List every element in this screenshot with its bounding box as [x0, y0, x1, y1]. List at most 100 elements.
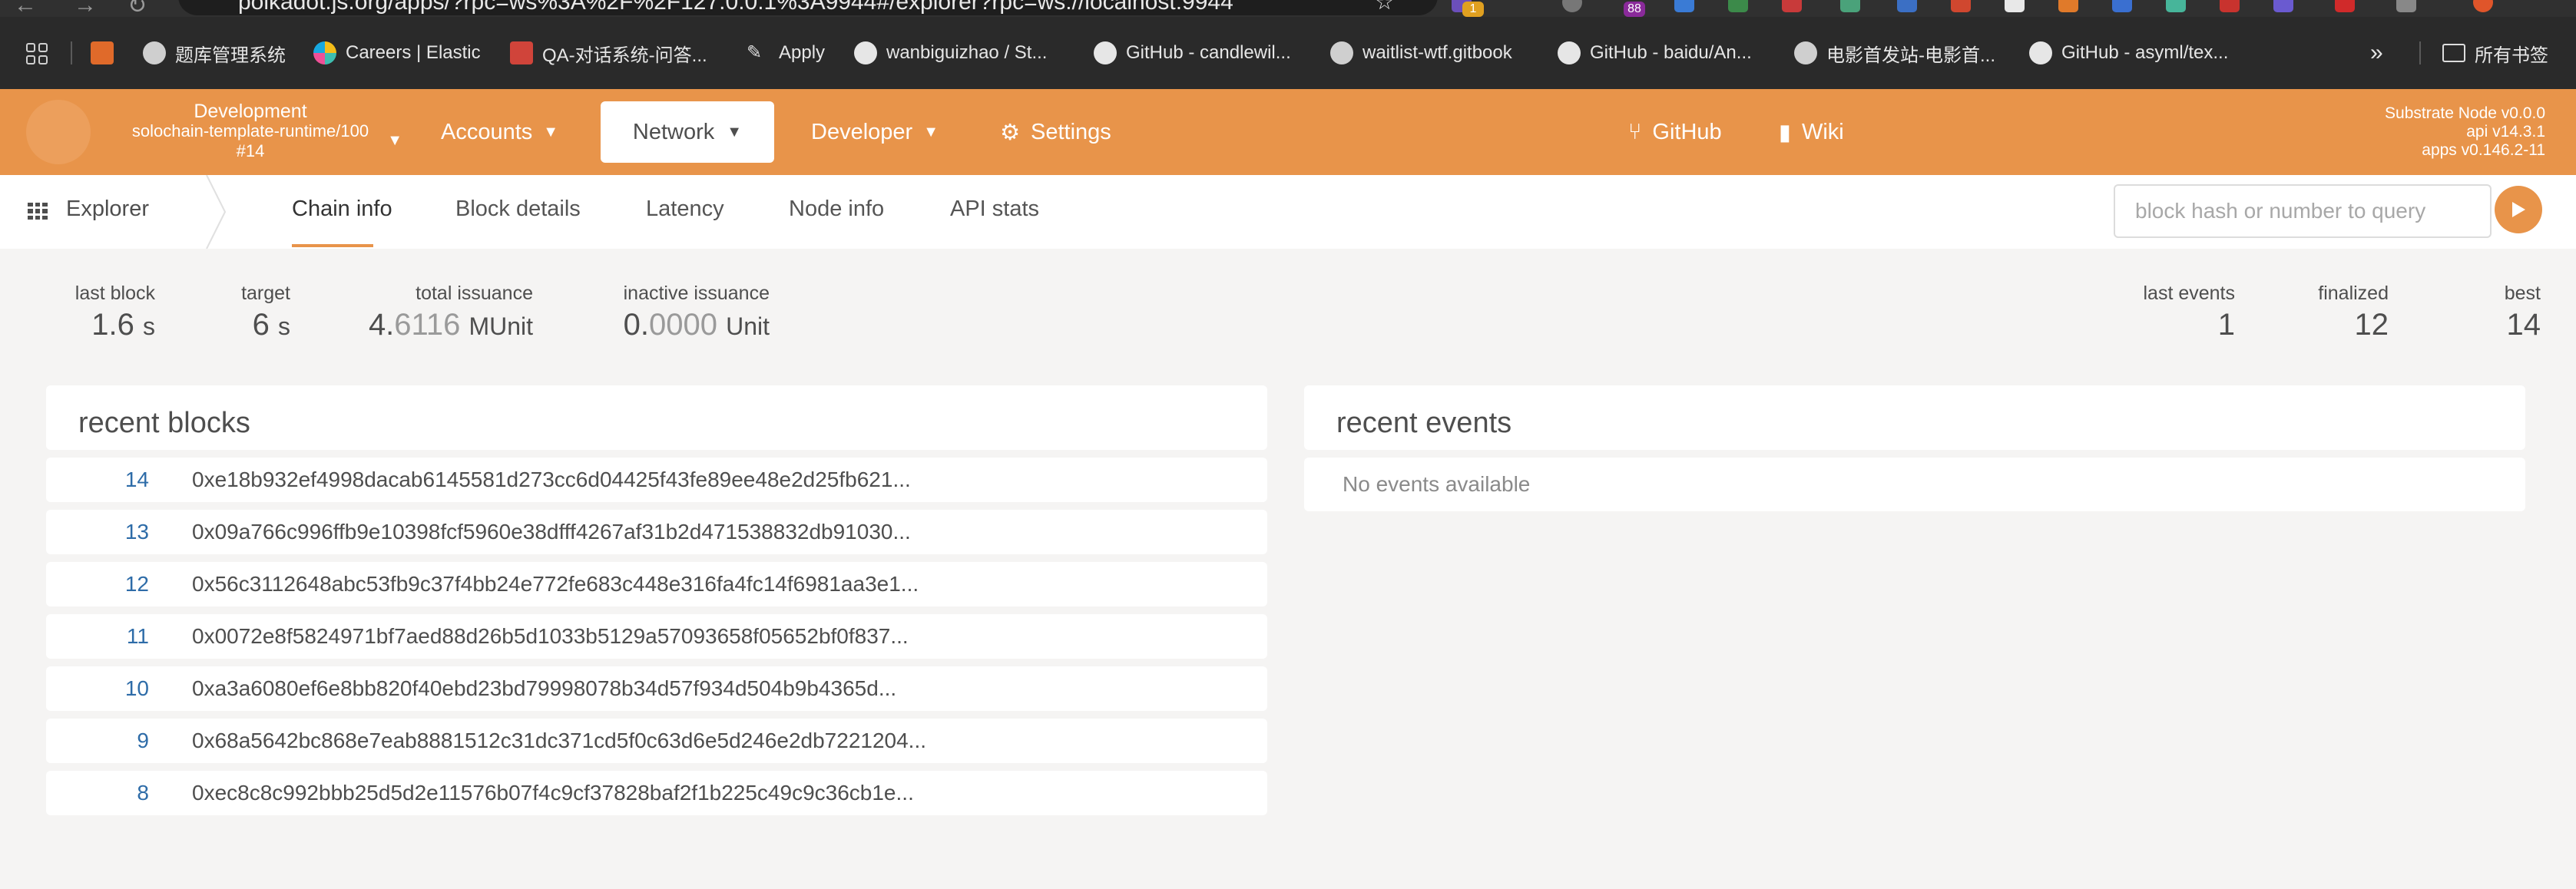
extension-badge: 88	[1624, 2, 1645, 17]
menu-developer[interactable]: Developer ▼	[811, 89, 939, 175]
app-header: Development solochain-template-runtime/1…	[0, 89, 2576, 175]
tab-chain-info[interactable]: Chain info	[292, 197, 392, 222]
globe-icon	[143, 41, 166, 64]
reload-icon[interactable]: ↻	[127, 0, 147, 17]
play-icon	[2512, 202, 2525, 217]
chevron-down-icon: ▼	[543, 123, 559, 140]
extension-icon[interactable]	[2335, 0, 2355, 12]
block-row: 10 0xa3a6080ef6e8bb820f40ebd23bd79998078…	[46, 666, 1267, 711]
section-title: Explorer	[66, 197, 149, 221]
block-row: 11 0x0072e8f5824971bf7aed88d26b5d1033b51…	[46, 614, 1267, 659]
all-bookmarks[interactable]: 所有书签	[2442, 17, 2548, 89]
extension-icon[interactable]	[1674, 0, 1694, 12]
extension-icon[interactable]	[2005, 0, 2025, 12]
bookmark-item[interactable]: Careers | Elastic	[313, 17, 481, 89]
elastic-icon	[313, 41, 336, 64]
bookmark-item[interactable]: GitHub - baidu/An...	[1558, 17, 1752, 89]
menu-network[interactable]: Network ▼	[601, 101, 774, 163]
bookmark-item[interactable]: 题库管理系统	[143, 17, 286, 89]
block-number-link[interactable]: 12	[46, 572, 151, 597]
extension-badge: 1	[1462, 2, 1484, 17]
sub-navigation: Explorer Chain info Block details Latenc…	[0, 175, 2576, 249]
more-bookmarks-icon[interactable]: »	[2370, 17, 2383, 89]
chevron-down-icon: ▼	[387, 132, 402, 149]
recent-events-title: recent events	[1336, 407, 1512, 439]
forward-icon[interactable]: →	[74, 0, 97, 17]
block-number-link[interactable]: 10	[46, 676, 151, 701]
chain-selector[interactable]: Development solochain-template-runtime/1…	[108, 101, 402, 161]
extension-icon[interactable]	[1562, 0, 1582, 12]
book-icon: ▮	[1779, 120, 1791, 145]
bookmark-item[interactable]: GitHub - asyml/tex...	[2029, 17, 2228, 89]
breadcrumb-chevron	[206, 175, 227, 249]
link-github[interactable]: ⑂ GitHub	[1628, 89, 1722, 175]
extension-icon[interactable]	[2273, 0, 2293, 12]
red-tile-icon	[510, 41, 533, 64]
extension-icon[interactable]	[2058, 0, 2078, 12]
browser-toolbar: ← → ↻ polkadot.js.org/apps/?rpc=ws%3A%2F…	[0, 0, 2576, 17]
tab-node-info[interactable]: Node info	[789, 197, 884, 222]
apps-grid-icon[interactable]	[26, 43, 48, 64]
block-hash: 0x0072e8f5824971bf7aed88d26b5d1033b5129a…	[192, 624, 909, 648]
bookmark-item[interactable]: 电影首发站-电影首...	[1794, 17, 1995, 89]
block-row: 14 0xe18b932ef4998dacab6145581d273cc6d04…	[46, 458, 1267, 502]
bookmark-item[interactable]: GitHub - candlewil...	[1094, 17, 1291, 89]
menu-settings[interactable]: ⚙ Settings	[1000, 89, 1111, 175]
extension-icon[interactable]	[1782, 0, 1802, 12]
bookmark-item[interactable]: wanbiguizhao / St...	[854, 17, 1047, 89]
query-submit-button[interactable]	[2495, 186, 2542, 233]
address-url[interactable]: polkadot.js.org/apps/?rpc=ws%3A%2F%2F127…	[238, 0, 1233, 15]
bookmark-separator	[71, 41, 72, 64]
block-hash: 0xa3a6080ef6e8bb820f40ebd23bd79998078b34…	[192, 676, 897, 700]
block-number-link[interactable]: 8	[46, 781, 151, 805]
globe-icon	[1330, 41, 1353, 64]
block-row: 12 0x56c3112648abc53fb9c37f4bb24e772fe68…	[46, 562, 1267, 606]
code-branch-icon: ⑂	[1628, 119, 1642, 144]
extension-icon[interactable]	[2166, 0, 2186, 12]
recent-blocks-header: recent blocks	[46, 385, 1267, 450]
back-icon[interactable]: ←	[14, 0, 37, 17]
block-number-link[interactable]: 9	[46, 729, 151, 753]
bookmark-star-icon[interactable]: ☆	[1375, 0, 1394, 15]
stat-inactive-issuance: inactive issuance 0.0000 Unit	[623, 283, 770, 342]
bookmark-item[interactable]: ✎ Apply	[747, 17, 825, 89]
tab-block-details[interactable]: Block details	[455, 197, 581, 222]
stat-finalized: finalized 12	[2318, 283, 2389, 342]
link-wiki[interactable]: ▮ Wiki	[1779, 89, 1844, 175]
github-icon	[1558, 41, 1581, 64]
stat-best: best 14	[2504, 283, 2541, 342]
block-number-link[interactable]: 13	[46, 520, 151, 544]
block-query-input[interactable]	[2114, 184, 2492, 238]
block-number-link[interactable]: 11	[46, 624, 151, 649]
extension-icon[interactable]	[1728, 0, 1748, 12]
extension-icon[interactable]	[1897, 0, 1917, 12]
bookmark-item[interactable]: QA-对话系统-问答...	[510, 17, 707, 89]
extension-icon[interactable]	[1840, 0, 1860, 12]
stat-target: target 6 s	[241, 283, 290, 342]
extension-icon[interactable]	[2220, 0, 2240, 12]
chain-runtime: solochain-template-runtime/100	[131, 121, 369, 140]
block-number-link[interactable]: 14	[46, 468, 151, 492]
bookmark-separator	[2419, 41, 2421, 64]
extension-icon[interactable]	[2112, 0, 2132, 12]
chain-logo	[26, 100, 91, 164]
extension-icon[interactable]	[2396, 0, 2416, 12]
bookmark-item[interactable]	[91, 17, 114, 89]
active-tab-indicator	[292, 244, 373, 247]
grid-icon	[28, 203, 48, 220]
profile-avatar[interactable]	[2473, 0, 2493, 12]
gears-icon: ⚙	[1000, 120, 1020, 145]
tab-api-stats[interactable]: API stats	[950, 197, 1039, 222]
pen-icon: ✎	[747, 42, 763, 63]
bookmark-item[interactable]: waitlist-wtf.gitbook	[1330, 17, 1512, 89]
version-info: Substrate Node v0.0.0 api v14.3.1 apps v…	[2385, 104, 2545, 159]
chain-block: #14	[236, 141, 265, 160]
block-row: 13 0x09a766c996ffb9e10398fcf5960e38dfff4…	[46, 510, 1267, 554]
extension-icon[interactable]	[1951, 0, 1971, 12]
recent-blocks-title: recent blocks	[78, 407, 250, 439]
tab-latency[interactable]: Latency	[646, 197, 724, 222]
recent-events-header: recent events	[1304, 385, 2525, 450]
menu-accounts[interactable]: Accounts ▼	[441, 89, 558, 175]
folder-icon	[2442, 44, 2465, 62]
block-row: 8 0xec8c8c992bbb25d5d2e11576b07f4c9cf378…	[46, 771, 1267, 815]
